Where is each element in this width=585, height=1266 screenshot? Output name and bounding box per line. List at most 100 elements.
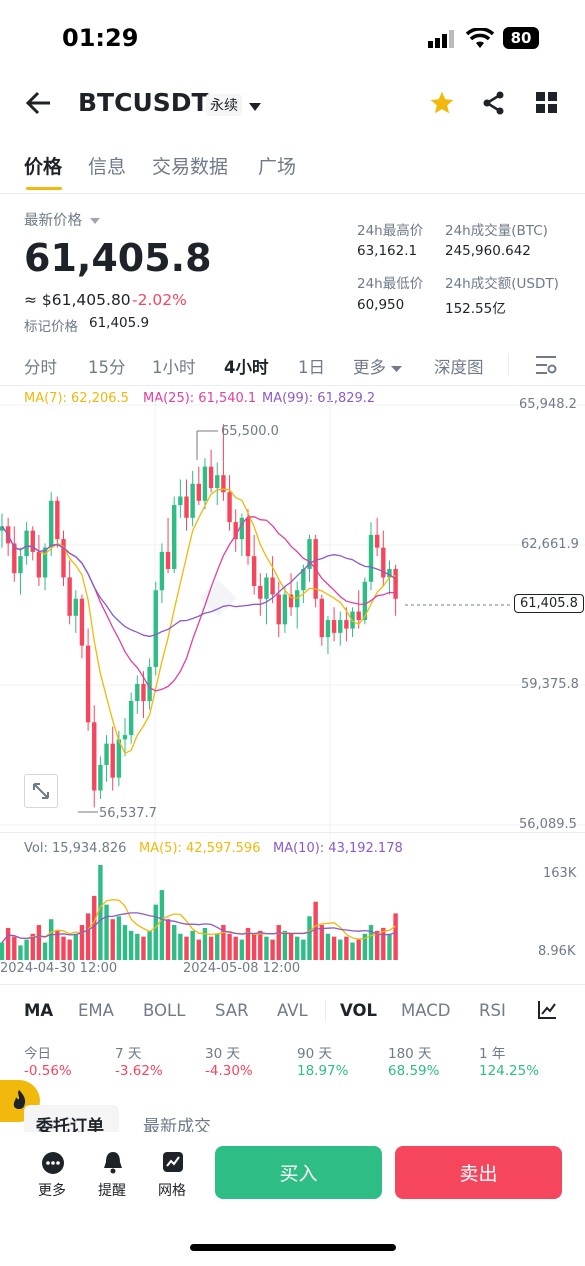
high-24h-label: 24h最高价 xyxy=(357,223,424,239)
volume-bar xyxy=(116,916,122,960)
divider xyxy=(0,385,585,386)
indicator-sar[interactable]: SAR xyxy=(215,1001,249,1020)
grid-menu-icon[interactable] xyxy=(536,92,558,118)
indicator-rsi[interactable]: RSI xyxy=(479,1001,509,1020)
candle xyxy=(393,568,398,599)
last-price-label[interactable]: 最新价格 xyxy=(24,209,100,230)
tab-square[interactable]: 广场 xyxy=(258,152,296,179)
candle xyxy=(356,611,361,621)
share-icon[interactable] xyxy=(482,91,506,119)
expand-icon[interactable] xyxy=(24,774,58,808)
price-axis-label: 59,375.8 xyxy=(521,677,579,692)
indicator-macd[interactable]: MACD xyxy=(401,1001,450,1020)
indicator-settings-icon[interactable] xyxy=(537,1000,557,1024)
volume-bar xyxy=(135,933,140,960)
battery-level: 80 xyxy=(510,29,532,47)
perf-value-180d: 68.59% xyxy=(388,1063,440,1079)
volume-bar xyxy=(196,939,201,960)
volume-bar xyxy=(141,936,146,960)
status-time: 01:29 xyxy=(62,24,139,52)
interval-15m[interactable]: 15分 xyxy=(88,354,126,378)
buy-button[interactable]: 买入 xyxy=(215,1146,382,1199)
candle xyxy=(178,496,183,506)
volume-bar xyxy=(24,939,29,960)
tab-active-indicator xyxy=(26,187,62,190)
tab-price[interactable]: 价格 xyxy=(24,152,62,179)
grid-trading-icon[interactable] xyxy=(162,1151,184,1177)
candle xyxy=(208,466,214,488)
candlestick-chart[interactable] xyxy=(0,400,585,960)
candle xyxy=(374,534,380,548)
volume-bar xyxy=(307,916,312,960)
alert-label[interactable]: 提醒 xyxy=(98,1180,126,1200)
indicator-ema[interactable]: EMA xyxy=(78,1001,114,1020)
back-arrow-icon[interactable] xyxy=(24,90,52,120)
volume-bar xyxy=(104,904,109,960)
volume-bar xyxy=(350,942,355,960)
depth-chart-tab[interactable]: 深度图 xyxy=(434,354,484,378)
interval-timeline[interactable]: 分时 xyxy=(24,354,57,378)
interval-1d[interactable]: 1日 xyxy=(298,354,325,378)
more-icon[interactable] xyxy=(42,1152,64,1178)
volume-bar xyxy=(288,933,294,960)
volume-ma-lines xyxy=(1,898,396,943)
candle xyxy=(67,577,72,616)
candle xyxy=(319,598,324,638)
ma-lines xyxy=(1,488,396,755)
tab-trading-data[interactable]: 交易数据 xyxy=(152,152,228,179)
tab-info[interactable]: 信息 xyxy=(88,152,126,179)
candle xyxy=(325,620,331,638)
indicator-vol[interactable]: VOL xyxy=(340,1001,377,1020)
chevron-down-icon[interactable] xyxy=(248,97,262,116)
candle xyxy=(251,556,257,586)
candle xyxy=(55,500,60,540)
more-label[interactable]: 更多 xyxy=(38,1180,66,1200)
mark-price-label: 标记价格 xyxy=(24,319,78,335)
interval-more[interactable]: 更多 xyxy=(353,354,403,378)
volume-bar xyxy=(128,930,134,960)
divider xyxy=(508,354,509,376)
volume-bar xyxy=(202,927,208,960)
symbol-title[interactable]: BTCUSDT xyxy=(78,88,209,117)
candle xyxy=(282,594,288,625)
candle xyxy=(122,735,128,740)
low-annotation: 56,537.7 xyxy=(99,806,157,821)
bell-icon[interactable] xyxy=(102,1150,124,1178)
candle xyxy=(196,483,201,501)
candle xyxy=(128,701,134,736)
candle xyxy=(215,475,220,488)
volume-bar xyxy=(387,933,392,960)
candle xyxy=(49,500,54,548)
interval-4h[interactable]: 4小时 xyxy=(224,354,268,378)
volume-bar xyxy=(147,930,152,960)
price-axis-label: 65,948.2 xyxy=(519,397,577,412)
chart-settings-icon[interactable] xyxy=(535,355,557,379)
volume-bar xyxy=(393,913,398,960)
sell-button[interactable]: 卖出 xyxy=(395,1146,562,1199)
indicator-ma[interactable]: MA xyxy=(24,1001,53,1020)
signal-icon xyxy=(428,30,458,48)
volume-bar xyxy=(282,930,288,960)
battery-icon: 80 xyxy=(503,27,539,49)
volume-bar xyxy=(172,925,177,960)
candle xyxy=(85,645,91,723)
perf-value-7d: -3.62% xyxy=(115,1063,163,1079)
divider xyxy=(0,832,585,833)
candle xyxy=(104,743,109,765)
volume-bar xyxy=(61,936,66,960)
vol-usdt-label: 24h成交额(USDT) xyxy=(445,276,559,292)
volume-bar xyxy=(49,919,54,960)
grid-label[interactable]: 网格 xyxy=(158,1180,186,1200)
volume-bar xyxy=(18,945,23,960)
time-axis-label: 2024-05-08 12:00 xyxy=(183,961,301,976)
interval-1h[interactable]: 1小时 xyxy=(152,354,196,378)
star-icon[interactable] xyxy=(429,90,455,120)
volume-bar xyxy=(92,895,97,960)
volume-legend: Vol: 15,934.826 xyxy=(24,841,127,856)
exchange-watermark xyxy=(199,579,237,617)
perf-label-180d: 180 天 xyxy=(388,1046,432,1062)
indicator-avl[interactable]: AVL xyxy=(277,1001,308,1020)
volume-bar xyxy=(344,936,349,960)
volume-bar xyxy=(301,939,306,960)
indicator-boll[interactable]: BOLL xyxy=(143,1001,185,1020)
